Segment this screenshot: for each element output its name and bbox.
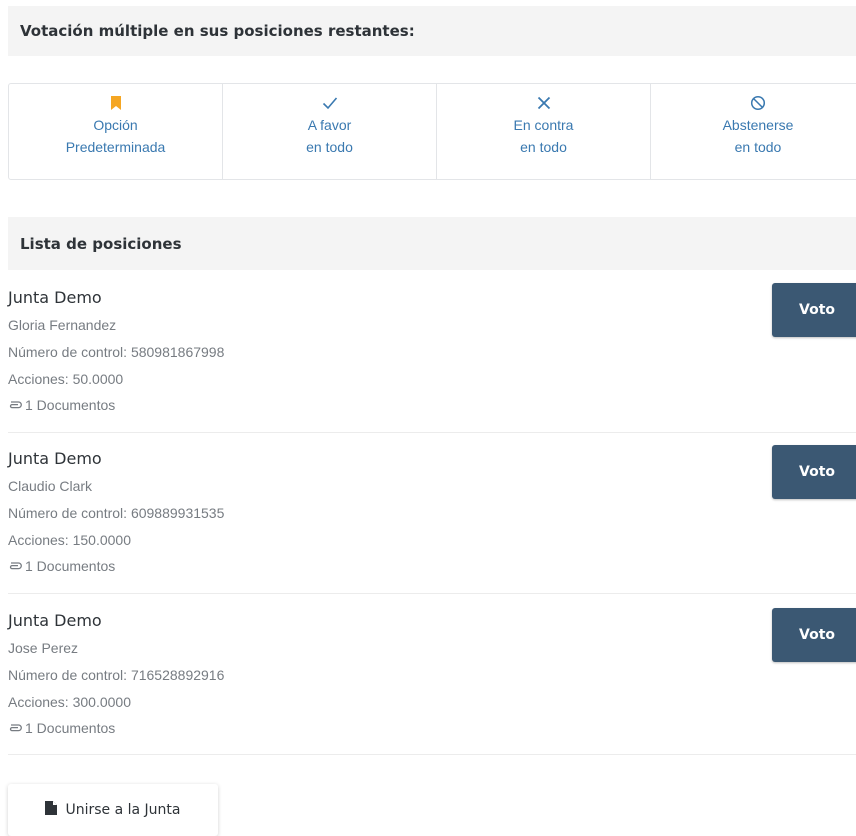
position-title: Junta Demo	[8, 611, 102, 630]
documents-link[interactable]: 1 Documentos	[8, 397, 115, 413]
documents-count: 1 Documentos	[25, 720, 116, 736]
vote-button[interactable]: Voto	[772, 445, 856, 499]
ban-icon	[750, 94, 766, 112]
vote-against-all-button[interactable]: En contra en todo	[437, 84, 651, 179]
multi-vote-header: Votación múltiple en sus posiciones rest…	[8, 6, 856, 56]
vote-for-all-button[interactable]: A favor en todo	[223, 84, 437, 179]
position-control-number: Número de control: 609889931535	[8, 505, 225, 521]
abstain-all-label-1: Abstenerse	[722, 117, 794, 133]
position-holder: Jose Perez	[8, 640, 79, 656]
default-option-label-2: Predeterminada	[65, 139, 166, 155]
documents-link[interactable]: 1 Documentos	[8, 720, 115, 736]
position-shares: Acciones: 300.0000	[8, 694, 131, 710]
vote-against-all-label-1: En contra	[513, 117, 574, 133]
vote-against-all-label-2: en todo	[520, 139, 567, 155]
vote-for-all-label-2: en todo	[306, 139, 353, 155]
check-icon	[322, 94, 338, 112]
documents-link[interactable]: 1 Documentos	[8, 558, 115, 574]
paperclip-icon	[8, 397, 22, 413]
position-item: Junta Demo Jose Perez Número de control:…	[8, 608, 856, 755]
positions-list-title: Lista de posiciones	[20, 234, 182, 253]
vote-button[interactable]: Voto	[772, 608, 856, 662]
position-control-number: Número de control: 716528892916	[8, 667, 225, 683]
vote-for-all-label-1: A favor	[307, 117, 352, 133]
default-option-button[interactable]: Opción Predeterminada	[9, 84, 223, 179]
position-title: Junta Demo	[8, 288, 102, 307]
paperclip-icon	[8, 558, 22, 574]
position-item: Junta Demo Claudio Clark Número de contr…	[8, 445, 856, 594]
default-option-label-1: Opción	[93, 117, 138, 133]
x-icon	[537, 94, 551, 112]
position-holder: Claudio Clark	[8, 478, 93, 494]
position-item: Junta Demo Gloria Fernandez Número de co…	[8, 283, 856, 433]
vote-button[interactable]: Voto	[772, 283, 856, 337]
multi-vote-title: Votación múltiple en sus posiciones rest…	[20, 22, 415, 40]
documents-count: 1 Documentos	[25, 397, 116, 413]
position-shares: Acciones: 50.0000	[8, 371, 124, 387]
bookmark-icon	[110, 94, 121, 112]
join-meeting-label: Unirse a la Junta	[65, 802, 181, 818]
position-title: Junta Demo	[8, 449, 102, 468]
abstain-all-label-2: en todo	[734, 139, 782, 155]
documents-count: 1 Documentos	[25, 558, 116, 574]
file-icon	[45, 801, 58, 819]
position-shares: Acciones: 150.0000	[8, 532, 131, 548]
abstain-all-button[interactable]: Abstenerse en todo	[651, 84, 856, 179]
position-holder: Gloria Fernandez	[8, 317, 117, 333]
position-control-number: Número de control: 580981867998	[8, 344, 225, 360]
positions-list-header: Lista de posiciones	[8, 217, 856, 270]
paperclip-icon	[8, 720, 22, 736]
multi-vote-options: Opción Predeterminada A favor en todo En…	[8, 83, 856, 180]
join-meeting-button[interactable]: Unirse a la Junta	[8, 784, 218, 836]
